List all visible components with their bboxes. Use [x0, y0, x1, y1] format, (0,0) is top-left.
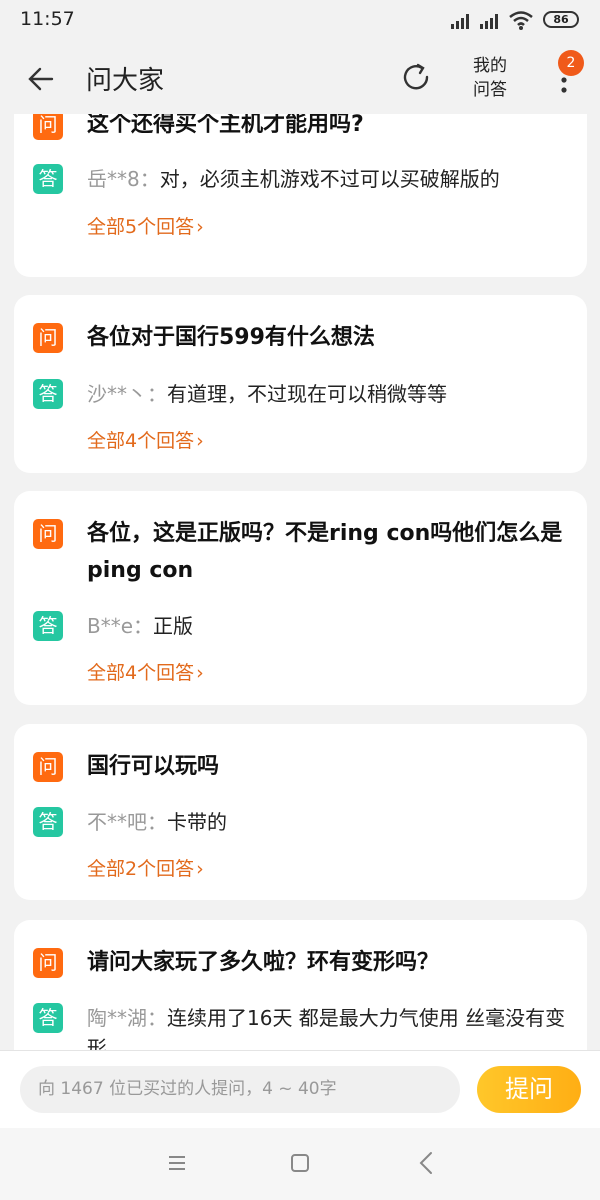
- wifi-icon: [509, 11, 533, 30]
- answer-badge: 答: [33, 379, 63, 409]
- nav-back-icon[interactable]: [416, 1150, 436, 1176]
- status-bar: 11:57 86: [0, 0, 600, 42]
- question-card[interactable]: 问 这个还得买个主机才能用吗? 答 岳**8：对，必须主机游戏不过可以买破解版的…: [14, 114, 587, 277]
- ask-question-input[interactable]: 向 1467 位已买过的人提问，4 ~ 40字: [20, 1066, 460, 1113]
- menu-icon[interactable]: [166, 1152, 188, 1174]
- all-answers-label: 全部2个回答: [87, 858, 195, 880]
- system-nav-bar: [0, 1128, 600, 1200]
- chevron-right-icon: ›: [196, 858, 204, 880]
- answer-preview: B**e：正版: [87, 611, 577, 641]
- my-answers-button[interactable]: 我的 问答: [466, 54, 514, 102]
- answer-preview: 沙**丶：有道理，不过现在可以稍微等等: [87, 379, 577, 409]
- answer-text: 有道理，不过现在可以稍微等等: [167, 382, 447, 406]
- question-badge: 问: [33, 114, 63, 140]
- question-text[interactable]: 各位对于国行599有什么想法: [87, 319, 577, 356]
- back-arrow-icon[interactable]: [26, 64, 56, 94]
- question-card[interactable]: 问 各位，这是正版吗？不是ring con吗他们怎么是ping con 答 B*…: [14, 491, 587, 705]
- question-text[interactable]: 这个还得买个主机才能用吗?: [87, 114, 577, 143]
- cell-signal-icon: [451, 14, 469, 29]
- question-badge: 问: [33, 948, 63, 978]
- my-answers-label-2: 问答: [473, 80, 507, 100]
- question-badge: 问: [33, 752, 63, 782]
- answer-text: 对，必须主机游戏不过可以买破解版的: [159, 167, 500, 191]
- question-badge: 问: [33, 519, 63, 549]
- answer-user: 不**吧：: [87, 810, 167, 834]
- answer-badge: 答: [33, 164, 63, 194]
- home-square-icon[interactable]: [289, 1152, 311, 1174]
- all-answers-link[interactable]: 全部4个回答 ›: [87, 426, 204, 453]
- app-header: 问大家 我的 问答 2: [0, 42, 600, 114]
- question-card[interactable]: 问 国行可以玩吗 答 不**吧：卡带的 全部2个回答 ›: [14, 724, 587, 900]
- answer-user: 沙**丶：: [87, 382, 167, 406]
- question-card[interactable]: 问 请问大家玩了多久啦？环有变形吗？ 答 陶**湖：连续用了16天 都是最大力气…: [14, 920, 587, 1050]
- all-answers-link[interactable]: 全部5个回答 ›: [87, 212, 204, 239]
- answer-badge: 答: [33, 611, 63, 641]
- all-answers-label: 全部4个回答: [87, 430, 195, 452]
- answer-user: B**e：: [87, 614, 154, 638]
- answer-badge: 答: [33, 807, 63, 837]
- my-answers-label-1: 我的: [473, 56, 507, 76]
- battery-icon: 86: [543, 11, 579, 28]
- all-answers-link[interactable]: 全部4个回答 ›: [87, 658, 204, 685]
- ask-bar: 向 1467 位已买过的人提问，4 ~ 40字 提问: [0, 1050, 600, 1129]
- answer-badge: 答: [33, 1003, 63, 1033]
- ask-button[interactable]: 提问: [477, 1066, 581, 1113]
- all-answers-label: 全部5个回答: [87, 216, 195, 238]
- question-text[interactable]: 国行可以玩吗: [87, 748, 577, 785]
- all-answers-label: 全部4个回答: [87, 662, 195, 684]
- answer-text: 卡带的: [167, 810, 227, 834]
- question-text[interactable]: 各位，这是正版吗？不是ring con吗他们怎么是ping con: [87, 515, 577, 589]
- answer-preview: 不**吧：卡带的: [87, 807, 577, 837]
- question-feed[interactable]: 问 这个还得买个主机才能用吗? 答 岳**8：对，必须主机游戏不过可以买破解版的…: [0, 114, 600, 1050]
- question-badge: 问: [33, 323, 63, 353]
- status-time: 11:57: [20, 8, 75, 30]
- page-title: 问大家: [86, 66, 165, 96]
- chevron-right-icon: ›: [196, 216, 204, 238]
- chevron-right-icon: ›: [196, 662, 204, 684]
- chevron-right-icon: ›: [196, 430, 204, 452]
- answer-text: 正版: [153, 614, 194, 638]
- answer-preview: 陶**湖：连续用了16天 都是最大力气使用 丝毫没有变形: [87, 1003, 577, 1050]
- refresh-icon[interactable]: [398, 60, 434, 96]
- more-vertical-icon[interactable]: [552, 72, 576, 102]
- notification-badge: 2: [558, 50, 584, 76]
- all-answers-link[interactable]: 全部2个回答 ›: [87, 854, 204, 881]
- question-card[interactable]: 问 各位对于国行599有什么想法 答 沙**丶：有道理，不过现在可以稍微等等 全…: [14, 295, 587, 473]
- answer-user: 岳**8：: [87, 167, 160, 191]
- question-text[interactable]: 请问大家玩了多久啦？环有变形吗？: [87, 944, 577, 981]
- cell-signal-icon: [480, 14, 498, 29]
- answer-preview: 岳**8：对，必须主机游戏不过可以买破解版的: [87, 164, 577, 194]
- answer-user: 陶**湖：: [87, 1006, 167, 1030]
